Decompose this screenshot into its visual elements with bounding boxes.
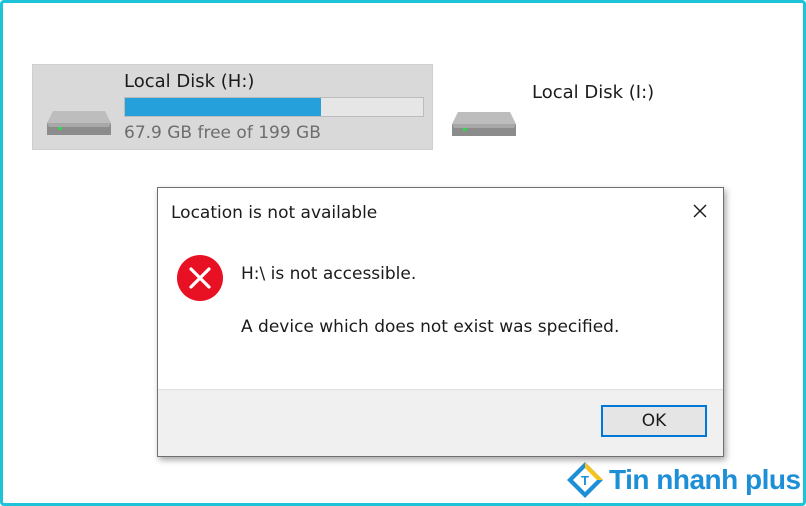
screenshot-frame: Local Disk (H:) 67.9 GB free of 199 GB L… <box>0 0 806 506</box>
brand-watermark: T Tin nhanh plus <box>565 460 801 500</box>
svg-text:T: T <box>581 473 589 488</box>
storage-progress-bar <box>124 97 424 117</box>
hard-drive-icon <box>47 111 111 135</box>
ok-button[interactable]: OK <box>601 405 707 437</box>
error-icon <box>177 255 223 301</box>
close-button[interactable] <box>687 198 713 224</box>
dialog-footer: OK <box>158 389 723 456</box>
dialog-title: Location is not available <box>171 203 378 223</box>
error-message-secondary: A device which does not exist was specif… <box>241 317 620 337</box>
brand-name: Tin nhanh plus <box>609 464 801 495</box>
drive-name: Local Disk (H:) <box>124 71 255 92</box>
drive-tile-i[interactable]: Local Disk (I:) <box>448 76 698 146</box>
drive-name: Local Disk (I:) <box>532 82 655 103</box>
drive-free-space: 67.9 GB free of 199 GB <box>124 123 321 143</box>
hard-drive-icon <box>452 112 516 136</box>
brand-logo-icon: T <box>567 462 603 498</box>
error-message-primary: H:\ is not accessible. <box>241 264 417 284</box>
storage-progress-fill <box>125 98 322 116</box>
drive-tile-h[interactable]: Local Disk (H:) 67.9 GB free of 199 GB <box>32 64 433 150</box>
error-dialog: Location is not available H:\ is not acc… <box>157 187 724 457</box>
close-icon <box>693 204 707 218</box>
